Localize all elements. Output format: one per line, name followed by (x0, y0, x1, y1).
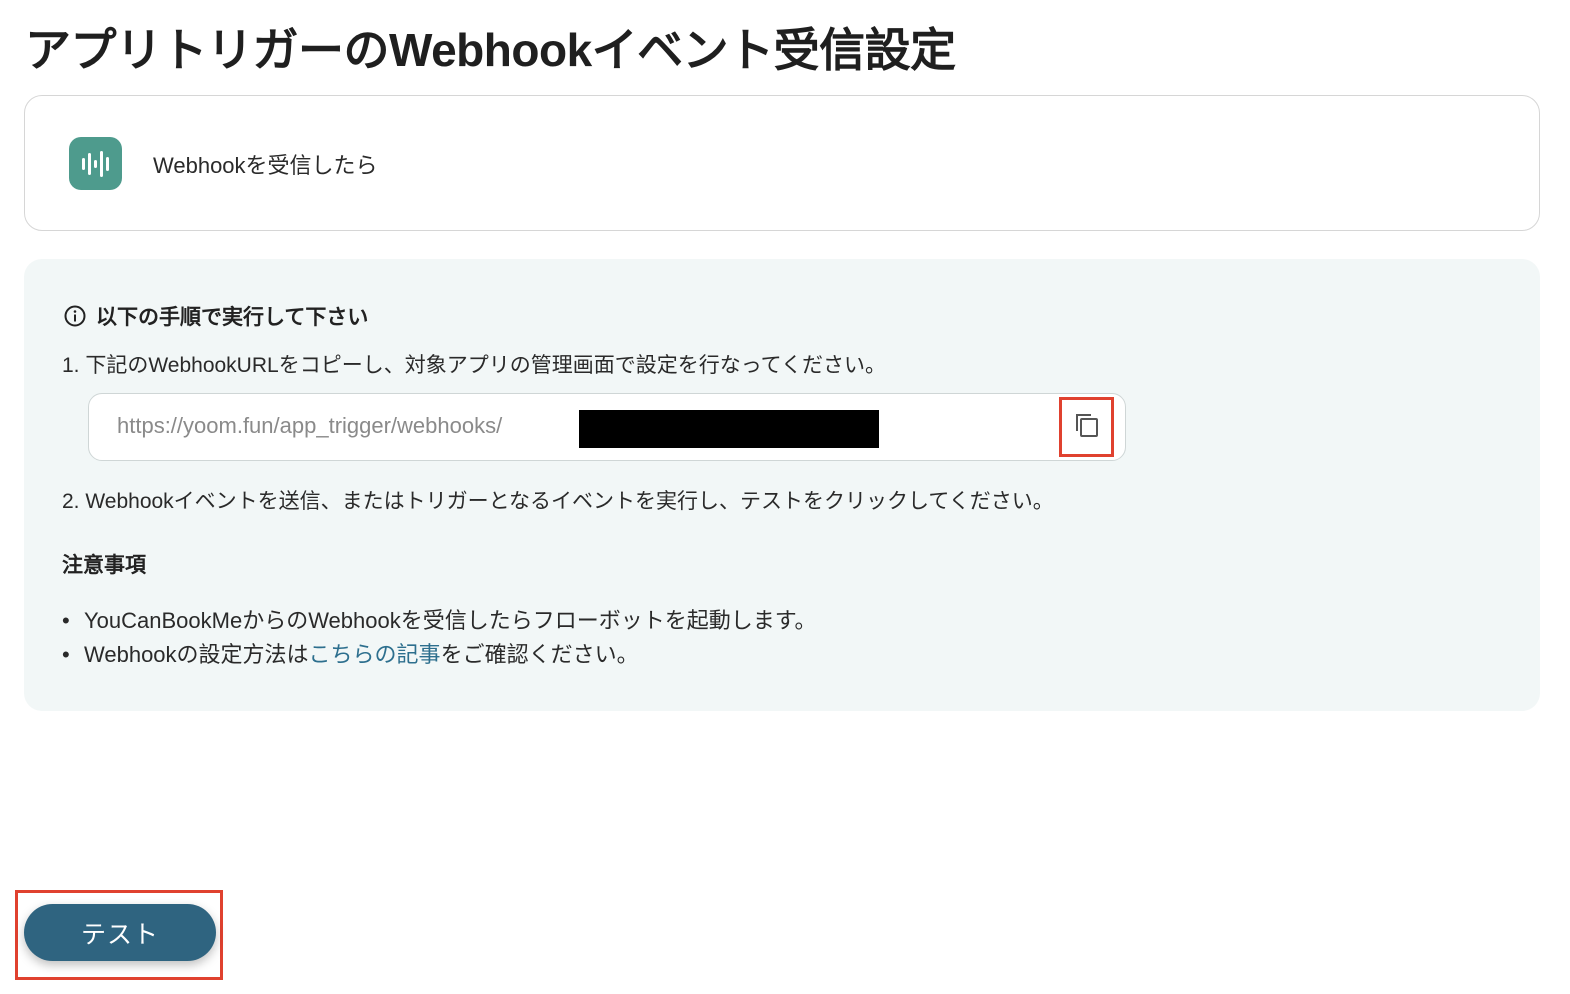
trigger-label: Webhookを受信したら (153, 153, 378, 178)
notes-item-suffix: をご確認ください。 (440, 642, 639, 667)
instructions-heading: 以下の手順で実行して下さい (64, 301, 368, 331)
notes-heading: 注意事項 (62, 554, 146, 577)
notes-list: YouCanBookMeからのWebhookを受信したらフローボットを起動します… (62, 604, 817, 672)
notes-item-text: YouCanBookMeからのWebhookを受信したらフローボットを起動します… (84, 608, 817, 633)
url-redaction (579, 410, 879, 448)
copy-url-button[interactable] (1059, 397, 1114, 457)
test-button[interactable]: テスト (24, 904, 216, 961)
webhook-url-value[interactable]: https://yoom.fun/app_trigger/webhooks/ (117, 413, 502, 439)
article-link[interactable]: こちらの記事 (309, 642, 441, 667)
instructions-heading-text: 以下の手順で実行して下さい (96, 306, 369, 329)
trigger-card: Webhookを受信したら (24, 95, 1540, 231)
instructions-panel: 以下の手順で実行して下さい 1. 下記のWebhookURLをコピーし、対象アプ… (24, 259, 1540, 711)
step-2-text: 2. Webhookイベントを送信、またはトリガーとなるイベントを実行し、テスト… (62, 490, 1054, 513)
webhook-url-field[interactable]: https://yoom.fun/app_trigger/webhooks/ (88, 393, 1126, 461)
notes-item: Webhookの設定方法はこちらの記事をご確認ください。 (62, 638, 817, 672)
webhook-app-icon (69, 137, 122, 190)
info-icon (64, 305, 86, 327)
notes-item-prefix: Webhookの設定方法は (84, 642, 309, 667)
page-title: アプリトリガーのWebhookイベント受信設定 (25, 24, 956, 76)
step-1-text: 1. 下記のWebhookURLをコピーし、対象アプリの管理画面で設定を行なって… (62, 354, 887, 377)
notes-item: YouCanBookMeからのWebhookを受信したらフローボットを起動します… (62, 604, 817, 638)
copy-icon (1072, 410, 1102, 445)
